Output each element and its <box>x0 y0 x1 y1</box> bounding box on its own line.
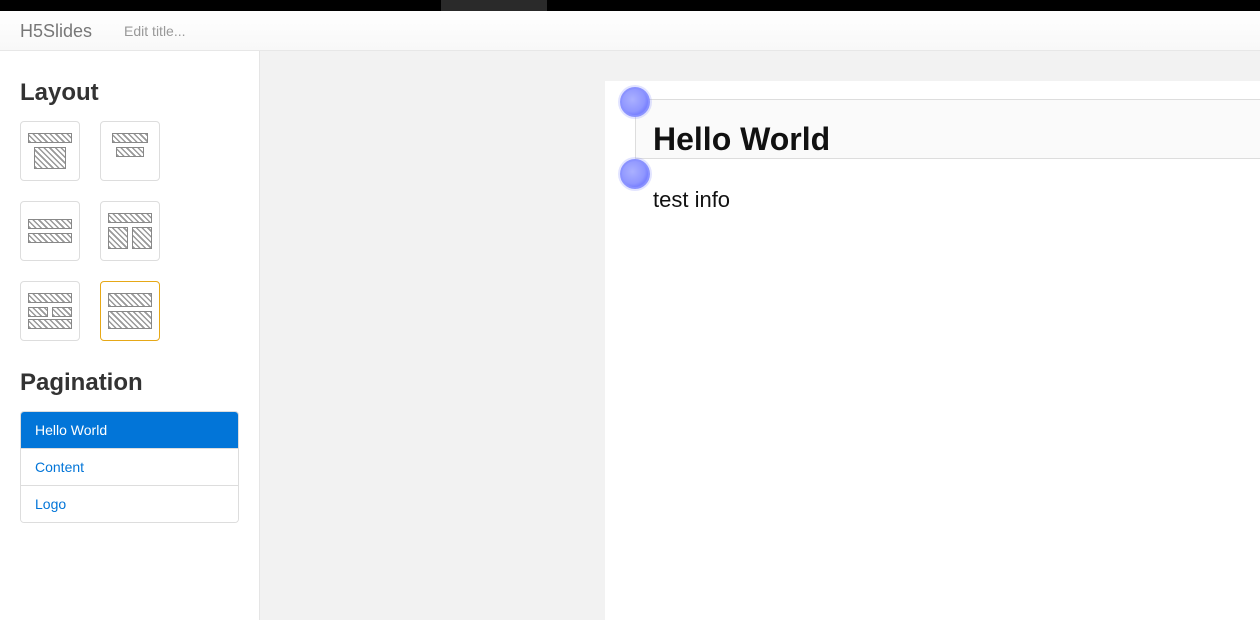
pagination-heading: Pagination <box>20 369 239 397</box>
pagination-list: Hello World Content Logo <box>20 411 239 523</box>
sidebar: Layout Pagination Hello World Content Lo… <box>0 51 260 620</box>
window-top-strip <box>0 0 1260 11</box>
pagination-item[interactable]: Hello World <box>21 412 238 448</box>
app-brand: H5Slides <box>20 21 92 41</box>
drag-handle-icon[interactable] <box>620 159 650 189</box>
layout-option-1[interactable] <box>20 121 80 181</box>
title-input[interactable] <box>124 23 424 39</box>
layout-option-6[interactable] <box>100 281 160 341</box>
slide-body[interactable]: test info <box>653 187 730 213</box>
layout-grid <box>20 121 239 341</box>
drag-handle-icon[interactable] <box>620 87 650 117</box>
layout-heading: Layout <box>20 79 239 107</box>
slide-title[interactable]: Hello World <box>653 121 830 158</box>
pagination-item[interactable]: Logo <box>21 485 238 522</box>
pagination-item[interactable]: Content <box>21 448 238 485</box>
editor-canvas: Hello World test info <box>260 51 1260 620</box>
layout-option-5[interactable] <box>20 281 80 341</box>
layout-option-2[interactable] <box>100 121 160 181</box>
slide[interactable]: Hello World test info <box>605 81 1260 620</box>
layout-option-3[interactable] <box>20 201 80 261</box>
navbar: H5Slides <box>0 11 1260 51</box>
layout-option-4[interactable] <box>100 201 160 261</box>
